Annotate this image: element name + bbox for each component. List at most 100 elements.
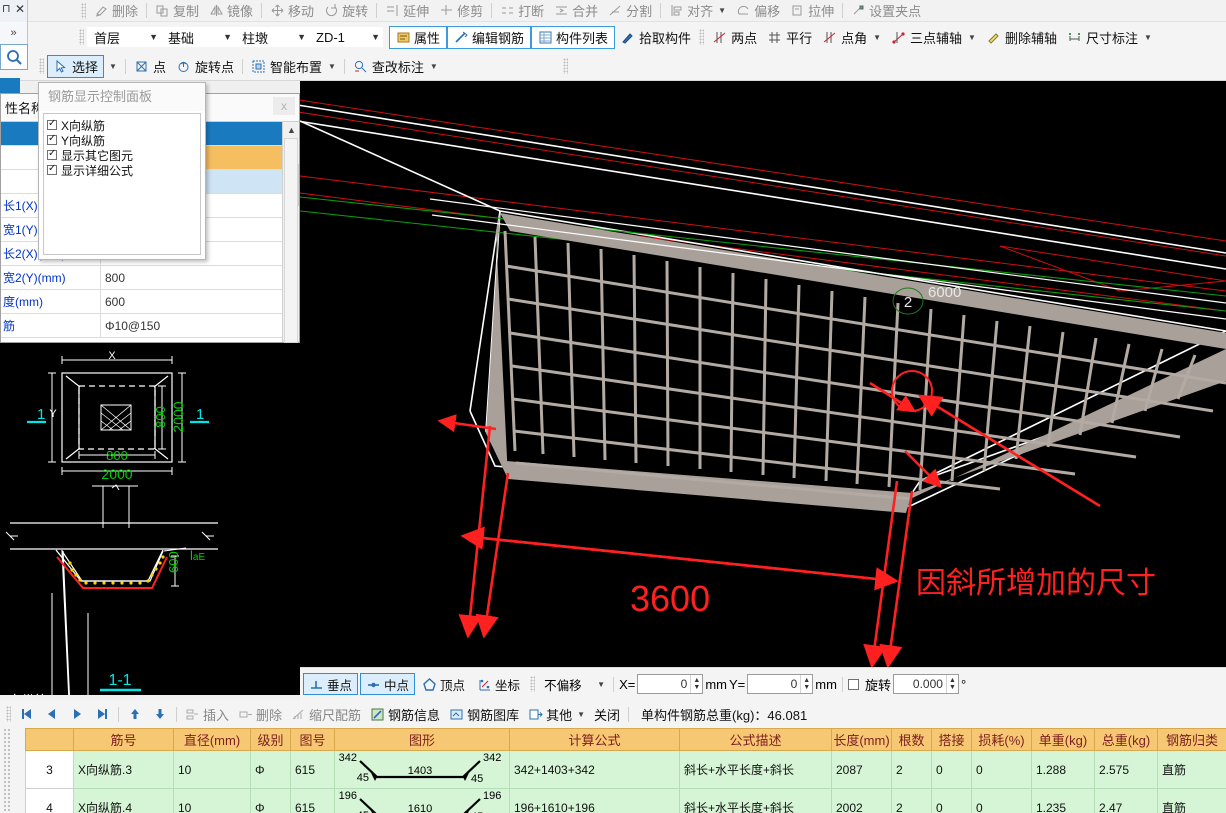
cell-lap[interactable]: 0 xyxy=(931,788,972,813)
toolbar-mirror-button[interactable]: 镜像 xyxy=(204,0,258,22)
rebar-option-other-elements[interactable]: 显示其它图元 xyxy=(47,148,200,163)
col-shape-no[interactable]: 图号 xyxy=(290,728,335,751)
rotate-stepper[interactable]: ▲▼ xyxy=(892,674,959,694)
toolbar-copy-button[interactable]: 复制 xyxy=(150,0,204,22)
cell-loss[interactable]: 0 xyxy=(971,788,1032,813)
floor-combo[interactable]: 首层 ▼ xyxy=(87,27,161,47)
rebar-option-x[interactable]: X向纵筋 xyxy=(47,118,200,133)
toolbar-grip[interactable] xyxy=(81,2,86,19)
chevron-down-icon[interactable]: ▼ xyxy=(328,62,336,71)
snap-perpendicular-button[interactable]: 垂点 xyxy=(303,673,359,695)
rebar-table-grid[interactable]: 筋号 直径(mm) 级别 图号 图形 计算公式 公式描述 长度(mm) 根数 搭… xyxy=(25,728,1226,813)
offset-mode-combo[interactable]: 不偏移 ▼ xyxy=(540,673,609,695)
col-formula[interactable]: 计算公式 xyxy=(509,728,680,751)
col-rebar-no[interactable]: 筋号 xyxy=(73,728,174,751)
select-tool-chevron-down-icon[interactable]: ▼ xyxy=(109,62,117,71)
edit-rebar-button[interactable]: 编辑钢筋 xyxy=(447,25,532,49)
cell-grade[interactable]: Φ xyxy=(250,750,291,789)
x-offset-input[interactable] xyxy=(638,675,691,693)
rebar-option-y[interactable]: Y向纵筋 xyxy=(47,133,200,148)
other-menu-button[interactable]: 其他 ▼ xyxy=(524,703,589,726)
cell-lap[interactable]: 0 xyxy=(931,750,972,789)
toolbar-merge-button[interactable]: 合并 xyxy=(549,0,603,22)
snap-midpoint-button[interactable]: 中点 xyxy=(360,673,416,695)
col-formula-desc[interactable]: 公式描述 xyxy=(679,728,832,751)
cell-total-weight[interactable]: 2.575 xyxy=(1094,750,1158,789)
delete-row-button[interactable]: 删除 xyxy=(234,703,286,726)
type-combo[interactable]: 柱墩 ▼ xyxy=(235,27,309,47)
scaled-rebar-button[interactable]: 缩尺配筋 xyxy=(287,703,365,726)
chevron-down-icon[interactable]: ▼ xyxy=(430,62,438,71)
col-lap[interactable]: 搭接 xyxy=(931,728,972,751)
cell-diameter[interactable]: 10 xyxy=(173,788,251,813)
spinner-arrows-icon[interactable]: ▲ ▼ xyxy=(800,675,812,693)
toolbar-grip[interactable] xyxy=(562,58,568,74)
cell-rebar-no[interactable]: X向纵筋.4 xyxy=(73,788,174,813)
toolbar-delete-button[interactable]: 删除 xyxy=(89,0,143,22)
parallel-axis-button[interactable]: 平行 xyxy=(762,26,817,49)
cell-formula[interactable]: 342+1403+342 xyxy=(509,750,680,789)
chevron-down-icon[interactable]: ▼ xyxy=(1144,33,1152,42)
toolbar-grip[interactable] xyxy=(79,29,84,45)
first-record-button[interactable] xyxy=(15,704,39,724)
close-panel-button[interactable]: 关闭 xyxy=(590,703,624,726)
move-up-button[interactable] xyxy=(123,704,147,724)
chevron-down-icon[interactable]: ▼ xyxy=(297,32,306,42)
cad-2d-preview[interactable]: X Y 800 2000 800 2000 1 1 laE 600 1-1 xyxy=(0,343,300,695)
cell-shape-diagram[interactable]: 342 45 1403 342 45 xyxy=(334,750,510,789)
toolbar-move-button[interactable]: 移动 xyxy=(265,0,319,22)
cell-grade[interactable]: Φ xyxy=(250,788,291,813)
model-viewport[interactable]: 2 6000 3600 因斜所增加的尺寸 xyxy=(300,81,1226,667)
move-down-button[interactable] xyxy=(148,704,172,724)
property-panel-close-button[interactable]: x xyxy=(273,97,295,115)
search-icon[interactable] xyxy=(0,44,28,70)
property-value[interactable]: 800 xyxy=(101,266,299,289)
spinner-arrows-icon[interactable]: ▲ ▼ xyxy=(945,675,958,693)
property-row[interactable]: 度(mm) 600 xyxy=(1,290,299,314)
cell-diameter[interactable]: 10 xyxy=(173,750,251,789)
spinner-arrows-icon[interactable]: ▲ ▼ xyxy=(690,675,702,693)
rebar-info-button[interactable]: 钢筋信息 xyxy=(366,703,444,726)
property-row[interactable]: 宽2(Y)(mm) 800 xyxy=(1,266,299,290)
chevron-down-icon[interactable]: ▼ xyxy=(873,33,881,42)
checkbox-icon[interactable] xyxy=(47,148,57,160)
rotate-point-tool-button[interactable]: 旋转点 xyxy=(171,55,239,78)
checkbox-icon[interactable] xyxy=(47,118,57,130)
delete-axis-button[interactable]: 删除辅轴 xyxy=(981,26,1062,49)
category-combo[interactable]: 基础 ▼ xyxy=(161,27,235,47)
two-point-axis-button[interactable]: 两点 xyxy=(707,26,762,49)
cell-formula[interactable]: 196+1610+196 xyxy=(509,788,680,813)
cell-shape-no[interactable]: 615 xyxy=(290,788,335,813)
col-count[interactable]: 根数 xyxy=(891,728,932,751)
checkbox-icon[interactable] xyxy=(47,133,57,145)
pick-component-button[interactable]: 拾取构件 xyxy=(615,26,696,49)
cell-rebar-no[interactable]: X向纵筋.3 xyxy=(73,750,174,789)
close-icon[interactable]: ✕ xyxy=(15,2,25,16)
cell-shape-diagram[interactable]: 196 45 1610 196 45 xyxy=(334,788,510,813)
col-length[interactable]: 长度(mm) xyxy=(831,728,892,751)
checkbox-icon[interactable] xyxy=(47,163,57,175)
rotate-input[interactable] xyxy=(893,675,946,693)
rebar-library-button[interactable]: 钢筋图库 xyxy=(445,703,523,726)
col-shape[interactable]: 图形 xyxy=(334,728,510,751)
toolbar-grip-point-button[interactable]: 设置夹点 xyxy=(846,0,926,22)
scroll-up-icon[interactable]: ▲ xyxy=(283,122,299,139)
statusbar-grip[interactable] xyxy=(530,676,536,692)
preview-scrollbar[interactable] xyxy=(284,138,298,343)
snap-coordinate-button[interactable]: 坐标 xyxy=(472,673,525,695)
chevron-down-icon[interactable]: ▼ xyxy=(371,32,380,42)
col-diameter[interactable]: 直径(mm) xyxy=(173,728,251,751)
snap-vertex-button[interactable]: 顶点 xyxy=(417,673,470,695)
last-record-button[interactable] xyxy=(90,704,114,724)
pin-icon[interactable]: ⊓ xyxy=(2,2,11,15)
select-tool-button[interactable]: 选择 xyxy=(47,54,105,78)
cell-rebar-class[interactable]: 直筋 xyxy=(1157,788,1226,813)
col-total-weight[interactable]: 总重(kg) xyxy=(1094,728,1158,751)
three-point-axis-button[interactable]: 三点辅轴 ▼ xyxy=(886,26,981,49)
rotate-checkbox[interactable] xyxy=(847,678,859,690)
chevron-down-icon[interactable]: ▼ xyxy=(149,32,158,42)
smart-layout-button[interactable]: 智能布置 ▼ xyxy=(246,55,341,78)
chevron-down-icon[interactable]: ▼ xyxy=(577,710,585,719)
member-combo[interactable]: ZD-1 ▼ xyxy=(309,27,383,47)
table-left-grip[interactable] xyxy=(3,728,12,813)
